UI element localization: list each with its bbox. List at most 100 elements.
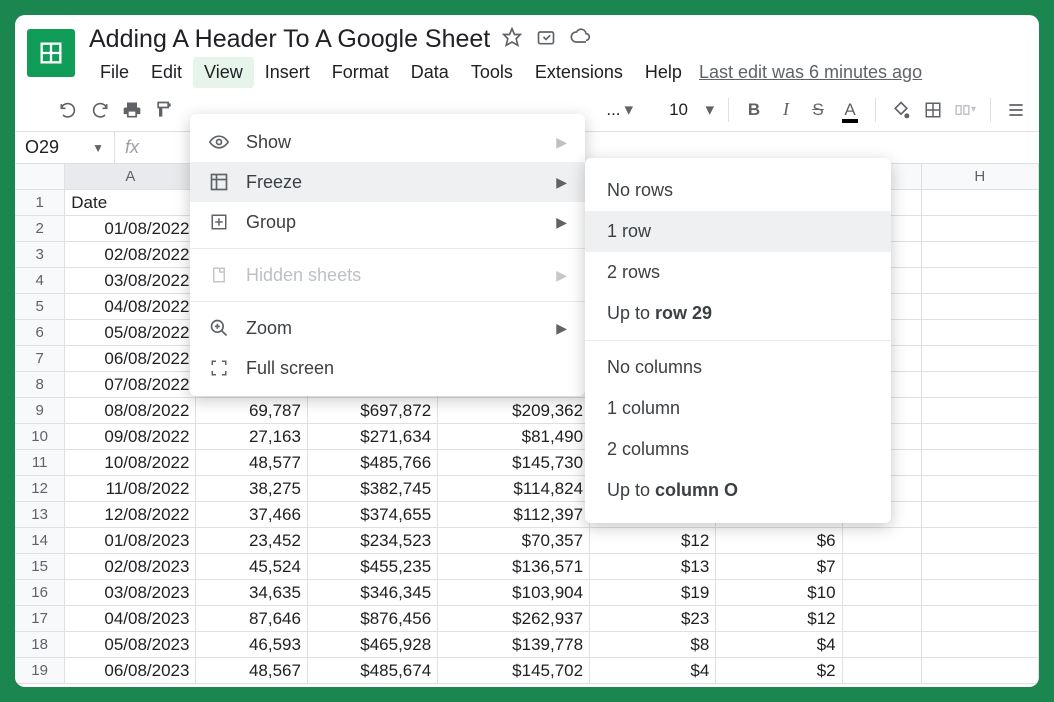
menu-extensions[interactable]: Extensions <box>524 57 634 88</box>
freeze-1-column[interactable]: 1 column <box>585 388 891 429</box>
cell[interactable] <box>843 606 922 631</box>
cell[interactable] <box>922 190 1039 215</box>
menu-data[interactable]: Data <box>400 57 460 88</box>
freeze-upto-row[interactable]: Up to row 29 <box>585 293 891 334</box>
cell[interactable] <box>922 450 1039 475</box>
cell[interactable]: 01/08/2022 <box>65 216 196 241</box>
cell[interactable]: 34,635 <box>196 580 308 605</box>
cell[interactable]: $4 <box>716 632 842 657</box>
cell[interactable]: $139,778 <box>438 632 590 657</box>
cell[interactable]: 45,524 <box>196 554 308 579</box>
cell[interactable] <box>922 346 1039 371</box>
cell[interactable] <box>922 398 1039 423</box>
cell[interactable]: $70,357 <box>438 528 590 553</box>
cell[interactable] <box>922 294 1039 319</box>
cell[interactable]: 02/08/2022 <box>65 242 196 267</box>
merge-cells-icon[interactable]: ▾ <box>954 99 976 121</box>
menu-insert[interactable]: Insert <box>254 57 321 88</box>
row-header[interactable]: 2 <box>15 216 65 241</box>
cell[interactable]: $4 <box>590 658 716 683</box>
cell[interactable]: 10/08/2022 <box>65 450 196 475</box>
col-header-h[interactable]: H <box>922 164 1039 189</box>
view-freeze[interactable]: Freeze ▶ <box>190 162 585 202</box>
cell[interactable] <box>922 580 1039 605</box>
italic-icon[interactable]: I <box>775 99 797 121</box>
cell[interactable] <box>843 632 922 657</box>
row-header[interactable]: 12 <box>15 476 65 501</box>
row-header[interactable]: 10 <box>15 424 65 449</box>
font-size[interactable]: 10 ▾ <box>669 100 714 120</box>
row-header[interactable]: 17 <box>15 606 65 631</box>
cell[interactable]: 02/08/2023 <box>65 554 196 579</box>
cell[interactable]: $346,345 <box>308 580 438 605</box>
cell[interactable] <box>922 424 1039 449</box>
cell[interactable]: $271,634 <box>308 424 438 449</box>
row-header[interactable]: 15 <box>15 554 65 579</box>
cell[interactable]: $465,928 <box>308 632 438 657</box>
cell[interactable]: $19 <box>590 580 716 605</box>
cell[interactable]: $209,362 <box>438 398 590 423</box>
cell[interactable]: 23,452 <box>196 528 308 553</box>
cell[interactable]: $112,397 <box>438 502 590 527</box>
cell[interactable]: $13 <box>590 554 716 579</box>
cell[interactable]: $12 <box>716 606 842 631</box>
row-header[interactable]: 16 <box>15 580 65 605</box>
cell[interactable]: $374,655 <box>308 502 438 527</box>
cell[interactable] <box>843 554 922 579</box>
cell[interactable]: $234,523 <box>308 528 438 553</box>
cell[interactable]: $103,904 <box>438 580 590 605</box>
cell[interactable]: 04/08/2022 <box>65 294 196 319</box>
view-show[interactable]: Show ▶ <box>190 122 585 162</box>
cell[interactable]: 09/08/2022 <box>65 424 196 449</box>
row-header[interactable]: 7 <box>15 346 65 371</box>
cell[interactable]: $262,937 <box>438 606 590 631</box>
cloud-icon[interactable] <box>570 27 592 52</box>
cell[interactable]: $697,872 <box>308 398 438 423</box>
cell[interactable]: 48,567 <box>196 658 308 683</box>
cell[interactable]: $2 <box>716 658 842 683</box>
cell[interactable]: $485,674 <box>308 658 438 683</box>
undo-icon[interactable] <box>57 99 79 121</box>
align-icon[interactable] <box>1005 99 1027 121</box>
freeze-no-rows[interactable]: No rows <box>585 170 891 211</box>
redo-icon[interactable] <box>89 99 111 121</box>
cell[interactable]: 12/08/2022 <box>65 502 196 527</box>
cell[interactable] <box>922 372 1039 397</box>
text-color-icon[interactable]: A <box>839 99 861 121</box>
cell[interactable]: $23 <box>590 606 716 631</box>
row-header[interactable]: 1 <box>15 190 65 215</box>
cell[interactable] <box>922 658 1039 683</box>
row-header[interactable]: 6 <box>15 320 65 345</box>
cell[interactable]: 03/08/2023 <box>65 580 196 605</box>
row-header[interactable]: 9 <box>15 398 65 423</box>
cell[interactable]: 03/08/2022 <box>65 268 196 293</box>
cell[interactable]: $7 <box>716 554 842 579</box>
menu-view[interactable]: View <box>193 57 254 88</box>
cell[interactable]: 04/08/2023 <box>65 606 196 631</box>
cell[interactable]: 05/08/2023 <box>65 632 196 657</box>
cell[interactable]: $876,456 <box>308 606 438 631</box>
cell[interactable]: 06/08/2023 <box>65 658 196 683</box>
cell[interactable]: $10 <box>716 580 842 605</box>
cell[interactable] <box>922 320 1039 345</box>
document-title[interactable]: Adding A Header To A Google Sheet <box>89 25 490 54</box>
cell[interactable] <box>922 242 1039 267</box>
cell[interactable]: 27,163 <box>196 424 308 449</box>
cell[interactable]: $455,235 <box>308 554 438 579</box>
menu-file[interactable]: File <box>89 57 140 88</box>
cell[interactable]: 01/08/2023 <box>65 528 196 553</box>
cell[interactable]: 48,577 <box>196 450 308 475</box>
select-all-corner[interactable] <box>15 164 65 189</box>
cell[interactable]: 37,466 <box>196 502 308 527</box>
freeze-no-columns[interactable]: No columns <box>585 347 891 388</box>
cell[interactable]: 05/08/2022 <box>65 320 196 345</box>
row-header[interactable]: 18 <box>15 632 65 657</box>
menu-format[interactable]: Format <box>321 57 400 88</box>
row-header[interactable]: 11 <box>15 450 65 475</box>
cell[interactable]: $81,490 <box>438 424 590 449</box>
cell[interactable]: 46,593 <box>196 632 308 657</box>
cell[interactable] <box>922 502 1039 527</box>
cell[interactable]: 07/08/2022 <box>65 372 196 397</box>
more-formats[interactable]: ...▾ <box>606 100 633 120</box>
cell[interactable] <box>922 528 1039 553</box>
